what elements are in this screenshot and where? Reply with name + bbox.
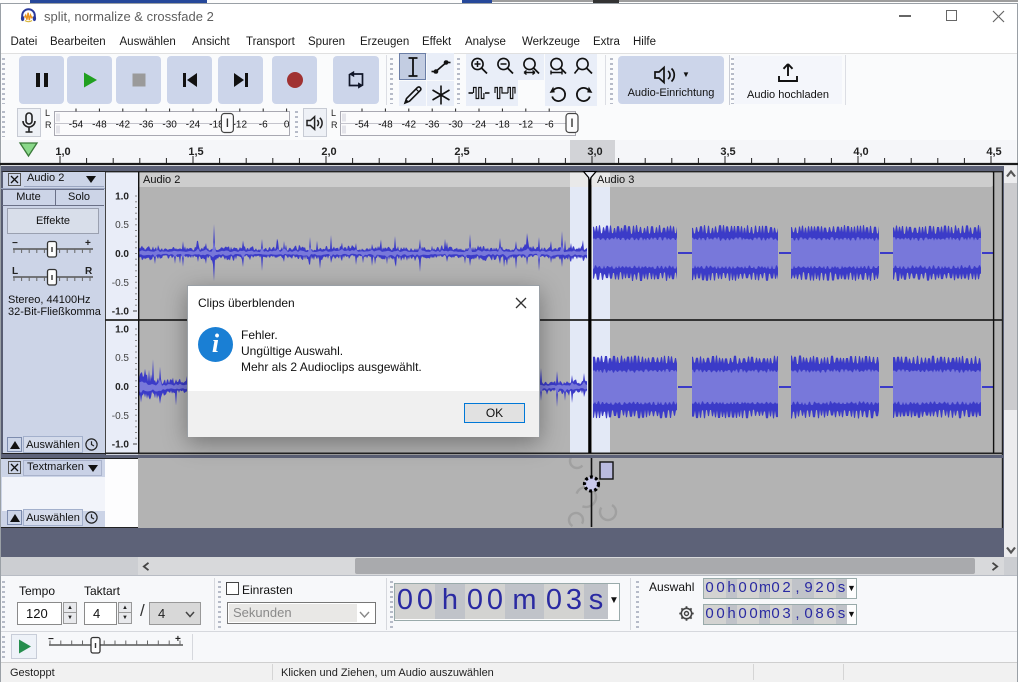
svg-text:-18: -18 xyxy=(495,120,510,131)
svg-text:-1.0: -1.0 xyxy=(112,307,130,318)
svg-text:-24: -24 xyxy=(472,120,487,131)
svg-text:-12: -12 xyxy=(519,120,534,131)
svg-text:4,0: 4,0 xyxy=(853,146,868,158)
svg-text:2,0: 2,0 xyxy=(321,146,336,158)
svg-text:3,5: 3,5 xyxy=(720,146,735,158)
svg-text:3,0: 3,0 xyxy=(587,146,602,158)
svg-text:-6: -6 xyxy=(545,120,554,131)
svg-text:1.0: 1.0 xyxy=(115,325,129,336)
svg-text:-1.0: -1.0 xyxy=(112,440,130,451)
svg-text:1,5: 1,5 xyxy=(188,146,203,158)
svg-text:0.5: 0.5 xyxy=(115,220,129,231)
svg-text:-48: -48 xyxy=(92,120,107,131)
svg-text:0: 0 xyxy=(284,120,290,131)
svg-text:-0.5: -0.5 xyxy=(112,278,130,289)
svg-text:-30: -30 xyxy=(162,120,177,131)
svg-text:-36: -36 xyxy=(139,120,154,131)
svg-text:-54: -54 xyxy=(355,120,370,131)
svg-text:4,5: 4,5 xyxy=(986,146,1001,158)
svg-text:−: − xyxy=(12,238,18,249)
svg-text:1,0: 1,0 xyxy=(55,146,70,158)
svg-text:L: L xyxy=(12,266,18,277)
svg-text:2,5: 2,5 xyxy=(454,146,469,158)
svg-text:-48: -48 xyxy=(378,120,393,131)
svg-text:-54: -54 xyxy=(69,120,84,131)
svg-text:-42: -42 xyxy=(402,120,417,131)
svg-text:Audio 3: Audio 3 xyxy=(597,174,634,186)
svg-text:-24: -24 xyxy=(186,120,201,131)
svg-text:-0.5: -0.5 xyxy=(112,411,130,422)
svg-text:-36: -36 xyxy=(425,120,440,131)
svg-text:-6: -6 xyxy=(259,120,268,131)
svg-text:-12: -12 xyxy=(233,120,248,131)
svg-text:0.0: 0.0 xyxy=(115,382,129,393)
svg-text:-42: -42 xyxy=(116,120,131,131)
svg-text:0.0: 0.0 xyxy=(115,249,129,260)
svg-text:R: R xyxy=(85,266,93,277)
svg-text:0.5: 0.5 xyxy=(115,353,129,364)
svg-text:Audio 2: Audio 2 xyxy=(143,174,180,186)
svg-text:1.0: 1.0 xyxy=(115,192,129,203)
svg-text:-30: -30 xyxy=(448,120,463,131)
svg-text:−: − xyxy=(48,634,54,645)
svg-text:+: + xyxy=(85,238,91,249)
